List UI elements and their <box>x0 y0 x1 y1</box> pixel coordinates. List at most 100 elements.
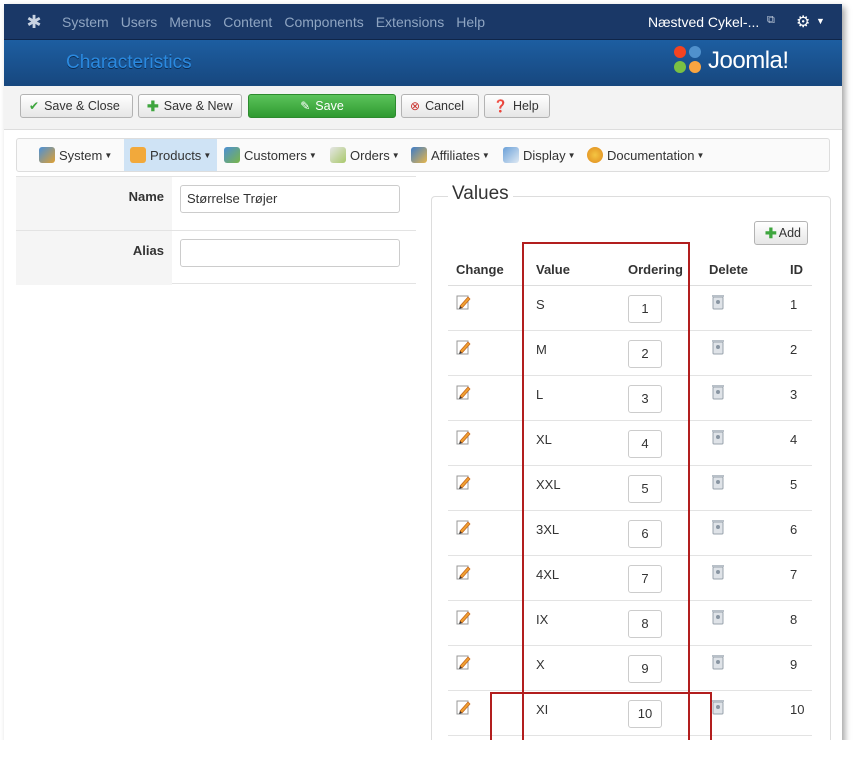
id-cell: 8 <box>790 612 798 627</box>
admin-menu: System Users Menus Content Components Ex… <box>62 4 497 40</box>
id-cell: 7 <box>790 567 798 582</box>
edit-icon[interactable] <box>456 519 472 535</box>
edit-icon[interactable] <box>456 294 472 310</box>
column-change: Change <box>456 262 504 277</box>
plus-icon: ✚ <box>147 98 159 114</box>
edit-icon[interactable] <box>456 429 472 445</box>
help-label: Help <box>512 99 539 113</box>
submenu-system-label: System <box>59 147 103 163</box>
edit-icon[interactable] <box>456 609 472 625</box>
save-new-button[interactable]: ✚ Save & New <box>138 94 242 118</box>
submenu-documentation-label: Documentation <box>607 147 695 163</box>
add-icon: ✚ <box>765 224 777 241</box>
products-icon <box>130 147 146 163</box>
submenu-display-label: Display <box>523 147 566 163</box>
highlight-box-last-row <box>490 692 712 742</box>
id-cell: 4 <box>790 432 798 447</box>
trash-icon[interactable] <box>712 564 724 580</box>
menu-help[interactable]: Help <box>456 14 485 30</box>
help-icon: ❓ <box>493 99 508 113</box>
id-cell: 5 <box>790 477 798 492</box>
cancel-icon: ⊗ <box>410 99 421 113</box>
joomla-brand: Joomla! <box>674 46 789 76</box>
submenu-customers-label: Customers <box>244 147 307 163</box>
chevron-down-icon: ▼ <box>481 150 490 160</box>
edit-icon[interactable] <box>456 474 472 490</box>
cancel-button[interactable]: ⊗ Cancel <box>401 94 479 118</box>
page-header: Characteristics Joomla! <box>4 40 842 86</box>
submenu-orders-label: Orders <box>350 147 390 163</box>
orders-icon <box>330 147 346 163</box>
edit-icon[interactable] <box>456 339 472 355</box>
trash-icon[interactable] <box>712 339 724 355</box>
id-cell: 10 <box>790 702 805 717</box>
trash-icon[interactable] <box>712 474 724 490</box>
trash-icon[interactable] <box>712 384 724 400</box>
submenu-products-label: Products <box>150 147 202 163</box>
external-link-icon[interactable]: ⧉ <box>767 14 775 27</box>
add-label: Add <box>778 226 801 240</box>
chevron-down-icon: ▼ <box>696 150 705 160</box>
edit-icon[interactable] <box>456 564 472 580</box>
id-cell: 3 <box>790 387 798 402</box>
menu-menus[interactable]: Menus <box>169 14 211 30</box>
submenu-system[interactable]: System ▼ <box>39 139 112 171</box>
admin-navbar: ✱ System Users Menus Content Components … <box>4 4 842 40</box>
cancel-label: Cancel <box>425 99 464 113</box>
save-close-button[interactable]: ✔ Save & Close <box>20 94 133 118</box>
add-value-button[interactable]: ✚ Add <box>754 221 808 245</box>
joomla-wordmark: Joomla! <box>708 47 789 74</box>
save-new-label: Save & New <box>163 99 233 113</box>
joomla-icon[interactable]: ✱ <box>24 12 44 32</box>
alias-field[interactable] <box>180 239 400 267</box>
trash-icon[interactable] <box>712 294 724 310</box>
app-window: ✱ System Users Menus Content Components … <box>4 4 842 744</box>
joomla-logo-icon <box>674 46 704 76</box>
save-label: Save <box>315 99 344 113</box>
toolbar: ✔ Save & Close ✚ Save & New ✎ Save ⊗ Can… <box>4 86 842 130</box>
submenu-documentation[interactable]: Documentation ▼ <box>587 139 704 171</box>
chevron-down-icon: ▼ <box>203 150 212 160</box>
submenu-products[interactable]: Products ▼ <box>124 139 218 171</box>
chevron-down-icon: ▼ <box>104 150 113 160</box>
submenu-orders[interactable]: Orders ▼ <box>330 139 400 171</box>
edit-icon: ✎ <box>300 99 311 113</box>
trash-icon[interactable] <box>712 429 724 445</box>
page-title: Characteristics <box>66 52 192 73</box>
id-cell: 6 <box>790 522 798 537</box>
save-close-label: Save & Close <box>44 99 120 113</box>
submenu-customers[interactable]: Customers ▼ <box>224 139 317 171</box>
submenu-display[interactable]: Display ▼ <box>503 139 576 171</box>
help-button[interactable]: ❓ Help <box>484 94 550 118</box>
affiliates-icon <box>411 147 427 163</box>
menu-components[interactable]: Components <box>284 14 363 30</box>
id-cell: 9 <box>790 657 798 672</box>
name-field[interactable]: Størrelse Trøjer <box>180 185 400 213</box>
column-id: ID <box>790 262 803 277</box>
save-button[interactable]: ✎ Save <box>248 94 396 118</box>
trash-icon[interactable] <box>712 609 724 625</box>
menu-system[interactable]: System <box>62 14 109 30</box>
name-label: Name <box>16 177 172 231</box>
edit-icon[interactable] <box>456 384 472 400</box>
menu-users[interactable]: Users <box>121 14 158 30</box>
trash-icon[interactable] <box>712 654 724 670</box>
alias-label: Alias <box>16 231 172 285</box>
torn-edge <box>0 740 858 763</box>
submenu-affiliates[interactable]: Affiliates ▼ <box>411 139 490 171</box>
check-icon: ✔ <box>29 99 40 113</box>
menu-content[interactable]: Content <box>223 14 272 30</box>
chevron-down-icon: ▼ <box>567 150 576 160</box>
name-row: Name Størrelse Trøjer <box>16 176 416 231</box>
menu-extensions[interactable]: Extensions <box>376 14 444 30</box>
edit-icon[interactable] <box>456 699 472 715</box>
values-legend: Values <box>448 183 513 205</box>
site-name-link[interactable]: Næstved Cykel-... <box>648 14 759 30</box>
chevron-down-icon: ▼ <box>308 150 317 160</box>
chevron-down-icon[interactable]: ▼ <box>816 16 825 26</box>
trash-icon[interactable] <box>712 699 724 715</box>
gear-icon[interactable]: ⚙ <box>796 12 810 32</box>
documentation-icon <box>587 147 603 163</box>
trash-icon[interactable] <box>712 519 724 535</box>
edit-icon[interactable] <box>456 654 472 670</box>
